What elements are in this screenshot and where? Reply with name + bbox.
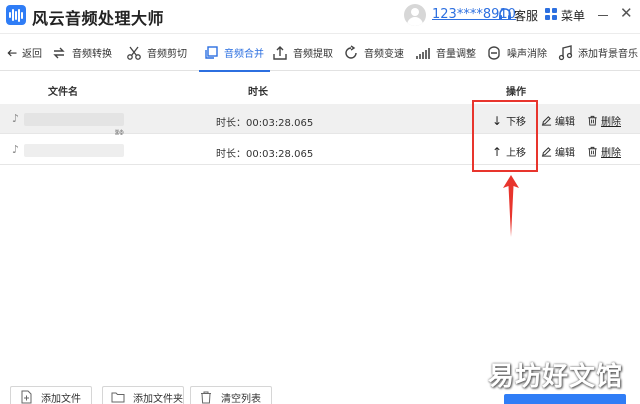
column-actions: 操作 <box>506 87 526 98</box>
tab-noise-removal[interactable]: 噪声消除 <box>486 34 547 71</box>
edit-button[interactable]: 编辑 <box>541 113 575 128</box>
avatar[interactable] <box>404 4 426 26</box>
tab-label: 音频转换 <box>72 49 112 60</box>
back-label: 返回 <box>22 49 42 60</box>
folder-add-icon <box>111 392 125 403</box>
back-button[interactable]: 返回 <box>6 34 42 71</box>
blurred-filename <box>24 144 124 157</box>
delete-label: 删除 <box>601 117 621 128</box>
table-row[interactable]: ♪ 时长：00:03:28.065 ↑ 上移 编辑 删除 <box>0 135 640 165</box>
edit-label: 编辑 <box>555 148 575 159</box>
app-logo-icon <box>6 5 26 25</box>
audio-file-icon: ♪ <box>12 143 20 156</box>
tab-label: 音频剪切 <box>147 49 187 60</box>
add-folder-label: 添加文件夹 <box>133 393 183 404</box>
speed-icon <box>345 44 357 59</box>
app-title: 风云音频处理大师 <box>32 9 165 28</box>
tab-label: 音频提取 <box>293 49 333 60</box>
tab-volume-adjust[interactable]: 音量调整 <box>415 34 476 71</box>
table-header: 文件名 时长 操作 <box>0 72 640 104</box>
tab-label: 音频变速 <box>364 49 404 60</box>
tab-audio-extract[interactable]: 音频提取 <box>272 34 333 71</box>
edit-button[interactable]: 编辑 <box>541 144 575 159</box>
trash-icon <box>201 391 211 404</box>
tab-add-bgm[interactable]: 添加背景音乐 <box>557 34 638 71</box>
trash-icon <box>588 115 597 126</box>
tab-label: 添加背景音乐 <box>578 49 638 60</box>
minimize-button[interactable] <box>598 15 608 16</box>
extract-icon <box>273 45 287 60</box>
row-duration: 时长：00:03:28.065 <box>216 149 314 160</box>
tab-audio-convert[interactable]: 音频转换 <box>51 34 112 71</box>
menu-grid-icon[interactable] <box>545 8 559 22</box>
close-icon[interactable]: ✕ <box>620 6 634 21</box>
highlight-box <box>472 100 538 172</box>
tab-label: 音频合并 <box>224 49 264 60</box>
noise-icon <box>488 45 500 60</box>
row-duration: 时长：00:03:28.065 <box>216 118 314 129</box>
clear-list-label: 清空列表 <box>221 393 261 404</box>
arrow-left-icon <box>7 49 17 56</box>
volume-bars-icon <box>416 47 430 59</box>
tab-label: 噪声消除 <box>507 49 547 60</box>
delete-label: 删除 <box>601 148 621 159</box>
add-folder-button[interactable]: 添加文件夹 <box>102 386 184 404</box>
clear-list-button[interactable]: 清空列表 <box>190 386 272 404</box>
music-note-icon <box>558 44 573 60</box>
tab-audio-merge[interactable]: 音频合并 <box>199 34 270 72</box>
edit-label: 编辑 <box>555 117 575 128</box>
annotation-arrow-icon <box>503 175 519 237</box>
tab-label: 音量调整 <box>436 49 476 60</box>
add-file-label: 添加文件 <box>41 393 81 404</box>
start-merge-button[interactable] <box>504 394 626 404</box>
service-label[interactable]: 客服 <box>514 7 538 24</box>
add-file-button[interactable]: 添加文件 <box>10 386 92 404</box>
audio-file-icon: ♪ <box>12 112 20 125</box>
pencil-icon <box>541 116 552 126</box>
toolbar: 返回 音频转换 音频剪切 音频合并 音频提取 音频变速 音量调整 噪声消除 添加… <box>0 33 640 72</box>
trash-icon <box>588 146 597 157</box>
merge-icon <box>205 45 218 59</box>
pencil-icon <box>541 147 552 157</box>
table-row[interactable]: ♪ 时长：00:03:28.065 ↓ 下移 编辑 删除 <box>0 104 640 134</box>
tab-audio-speed[interactable]: 音频变速 <box>343 34 404 71</box>
column-duration: 时长 <box>248 87 268 98</box>
file-add-icon <box>21 390 32 404</box>
tab-audio-cut[interactable]: 音频剪切 <box>126 34 187 71</box>
watermark: 易坊好文馆 <box>488 362 624 392</box>
blurred-filename <box>24 113 124 126</box>
delete-button[interactable]: 删除 <box>587 144 621 159</box>
column-filename: 文件名 <box>48 87 78 98</box>
title-bar: 风云音频处理大师 123****8910 客服 菜单 ✕ <box>0 0 640 32</box>
headset-icon[interactable] <box>497 7 513 23</box>
convert-icon <box>53 47 65 58</box>
menu-label[interactable]: 菜单 <box>561 7 585 24</box>
scissors-icon <box>127 46 141 60</box>
delete-button[interactable]: 删除 <box>587 113 621 128</box>
